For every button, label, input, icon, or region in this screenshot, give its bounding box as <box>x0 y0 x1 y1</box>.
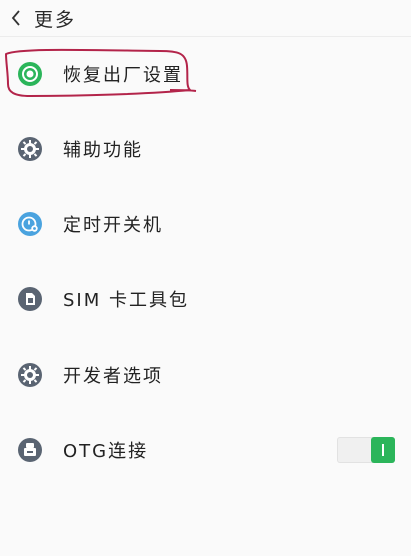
timer-power-icon <box>18 212 42 236</box>
factory-reset-icon <box>18 62 42 86</box>
otg-toggle-switch[interactable] <box>337 437 395 463</box>
settings-item-scheduled-power[interactable]: 定时开关机 <box>0 194 411 254</box>
header-bar: 更多 <box>0 0 411 36</box>
back-button[interactable] <box>8 8 24 28</box>
settings-item-sim-toolkit[interactable]: SIM 卡工具包 <box>0 269 411 329</box>
settings-item-label: 开发者选项 <box>63 366 163 387</box>
page-title: 更多 <box>34 8 77 31</box>
settings-item-label: 辅助功能 <box>63 140 143 161</box>
header-divider <box>0 36 411 37</box>
settings-item-label: SIM 卡工具包 <box>63 290 189 311</box>
settings-item-developer-options[interactable]: 开发者选项 <box>0 345 411 405</box>
settings-item-factory-reset[interactable]: 恢复出厂设置 <box>0 44 411 104</box>
settings-item-label: 恢复出厂设置 <box>63 65 183 86</box>
settings-item-accessibility[interactable]: 辅助功能 <box>0 119 411 179</box>
settings-item-label: 定时开关机 <box>63 215 163 236</box>
gear-icon <box>18 363 42 387</box>
gear-icon <box>18 137 42 161</box>
chevron-left-icon <box>11 10 20 26</box>
toggle-knob <box>371 437 395 463</box>
settings-item-label: OTG连接 <box>63 441 149 462</box>
otg-icon <box>18 438 42 462</box>
sim-card-icon <box>18 287 42 311</box>
